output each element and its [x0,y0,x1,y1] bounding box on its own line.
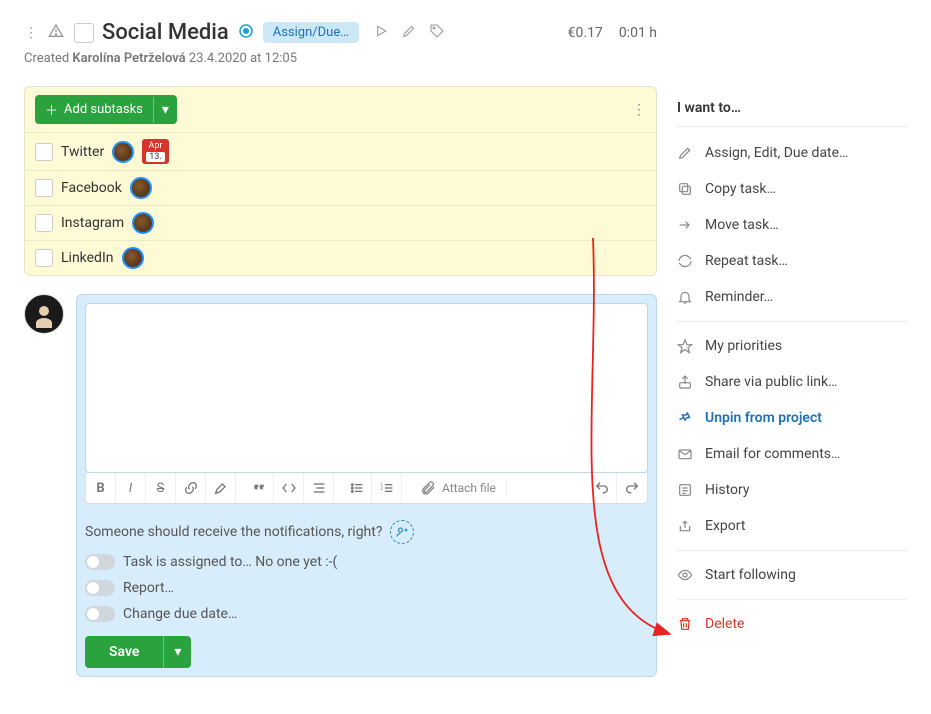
sidebar-item-repeat[interactable]: Repeat task… [677,243,907,279]
sidebar-item-priorities[interactable]: My priorities [677,321,907,364]
add-follower-button[interactable] [390,520,414,544]
bell-icon [677,289,693,305]
subtask-name: Facebook [61,180,122,196]
subtasks-menu-icon[interactable]: ⋮ [632,102,646,118]
export-icon [677,518,693,534]
warning-icon [48,23,64,43]
highlight-button[interactable] [206,473,236,503]
subtask-name: LinkedIn [61,250,114,266]
subtask-checkbox[interactable] [35,214,53,232]
italic-button[interactable]: I [116,473,146,503]
outdent-button[interactable] [304,473,334,503]
comment-editor[interactable] [85,303,648,473]
list-icon [677,482,693,498]
subtask-row[interactable]: Instagram [25,205,656,240]
task-cost: €0.17 [568,25,603,41]
undo-button[interactable] [587,473,617,503]
comment-composer: B I S 12 Attach file [76,294,657,677]
share-icon [677,374,693,390]
assign-due-pill[interactable]: Assign/Due… [263,22,359,43]
sidebar-item-assign[interactable]: Assign, Edit, Due date… [677,135,907,171]
subtask-row[interactable]: Twitter Apr 13. [25,132,656,170]
save-button[interactable]: Save [85,636,163,668]
editor-toolbar: B I S 12 Attach file [85,473,648,504]
report-toggle[interactable] [85,580,115,596]
eye-icon [677,567,693,583]
tag-icon[interactable] [429,23,445,43]
sidebar-item-reminder[interactable]: Reminder… [677,279,907,315]
current-user-avatar [24,294,64,334]
save-caret[interactable]: ▾ [163,636,191,668]
created-line: Created Karolína Petrželová 23.4.2020 at… [24,51,657,66]
sidebar-item-export[interactable]: Export [677,508,907,544]
drag-handle-icon[interactable]: ⋮ [24,25,38,41]
bold-button[interactable]: B [86,473,116,503]
pencil-icon[interactable] [401,23,417,43]
number-list-button[interactable]: 12 [372,473,402,503]
assignee-avatar [132,212,154,234]
sidebar-item-follow[interactable]: Start following [677,550,907,593]
play-icon[interactable] [373,23,389,43]
add-subtasks-button[interactable]: ＋Add subtasks ▾ [35,95,177,124]
sidebar-item-move[interactable]: Move task… [677,207,907,243]
sidebar-item-history[interactable]: History [677,472,907,508]
sidebar-item-delete[interactable]: Delete [677,599,907,642]
task-time: 0:01 h [619,25,657,41]
subtask-checkbox[interactable] [35,143,53,161]
copy-icon [677,181,693,197]
assignee-avatar [112,141,134,163]
target-icon [237,22,255,44]
subtasks-panel: ＋Add subtasks ▾ ⋮ Twitter Apr 13. Facebo… [24,86,657,276]
assign-toggle[interactable] [85,554,115,570]
attach-file-button[interactable]: Attach file [410,480,507,496]
assignee-avatar [122,247,144,269]
mail-icon [677,446,693,462]
star-icon [677,338,693,354]
subtask-name: Instagram [61,215,124,231]
task-checkbox[interactable] [74,23,94,43]
due-toggle[interactable] [85,606,115,622]
assignee-avatar [130,177,152,199]
subtask-row[interactable]: LinkedIn [25,240,656,275]
subtask-row[interactable]: Facebook [25,170,656,205]
link-button[interactable] [176,473,206,503]
sidebar-title: I want to… [677,100,907,127]
pin-icon [677,410,693,426]
sidebar-item-email[interactable]: Email for comments… [677,436,907,472]
notification-hint: Someone should receive the notifications… [85,524,382,540]
quote-button[interactable] [244,473,274,503]
svg-text:2: 2 [380,486,383,492]
repeat-icon [677,253,693,269]
due-badge: Apr 13. [142,139,169,164]
code-button[interactable] [274,473,304,503]
assign-toggle-label: Task is assigned to… No one yet :-( [123,554,337,570]
redo-button[interactable] [617,473,647,503]
report-toggle-label: Report… [123,580,174,596]
subtask-checkbox[interactable] [35,179,53,197]
arrow-right-icon [677,217,693,233]
subtask-checkbox[interactable] [35,249,53,267]
strike-button[interactable]: S [146,473,176,503]
bullet-list-button[interactable] [342,473,372,503]
sidebar-item-unpin[interactable]: Unpin from project [677,400,907,436]
due-toggle-label: Change due date… [123,606,237,622]
sidebar-item-copy[interactable]: Copy task… [677,171,907,207]
subtask-name: Twitter [61,144,104,160]
add-subtasks-caret[interactable]: ▾ [153,97,177,123]
sidebar-item-share[interactable]: Share via public link… [677,364,907,400]
pencil-icon [677,145,693,161]
plus-icon: ＋ [45,100,58,119]
trash-icon [677,616,693,632]
task-title: Social Media [102,20,229,45]
